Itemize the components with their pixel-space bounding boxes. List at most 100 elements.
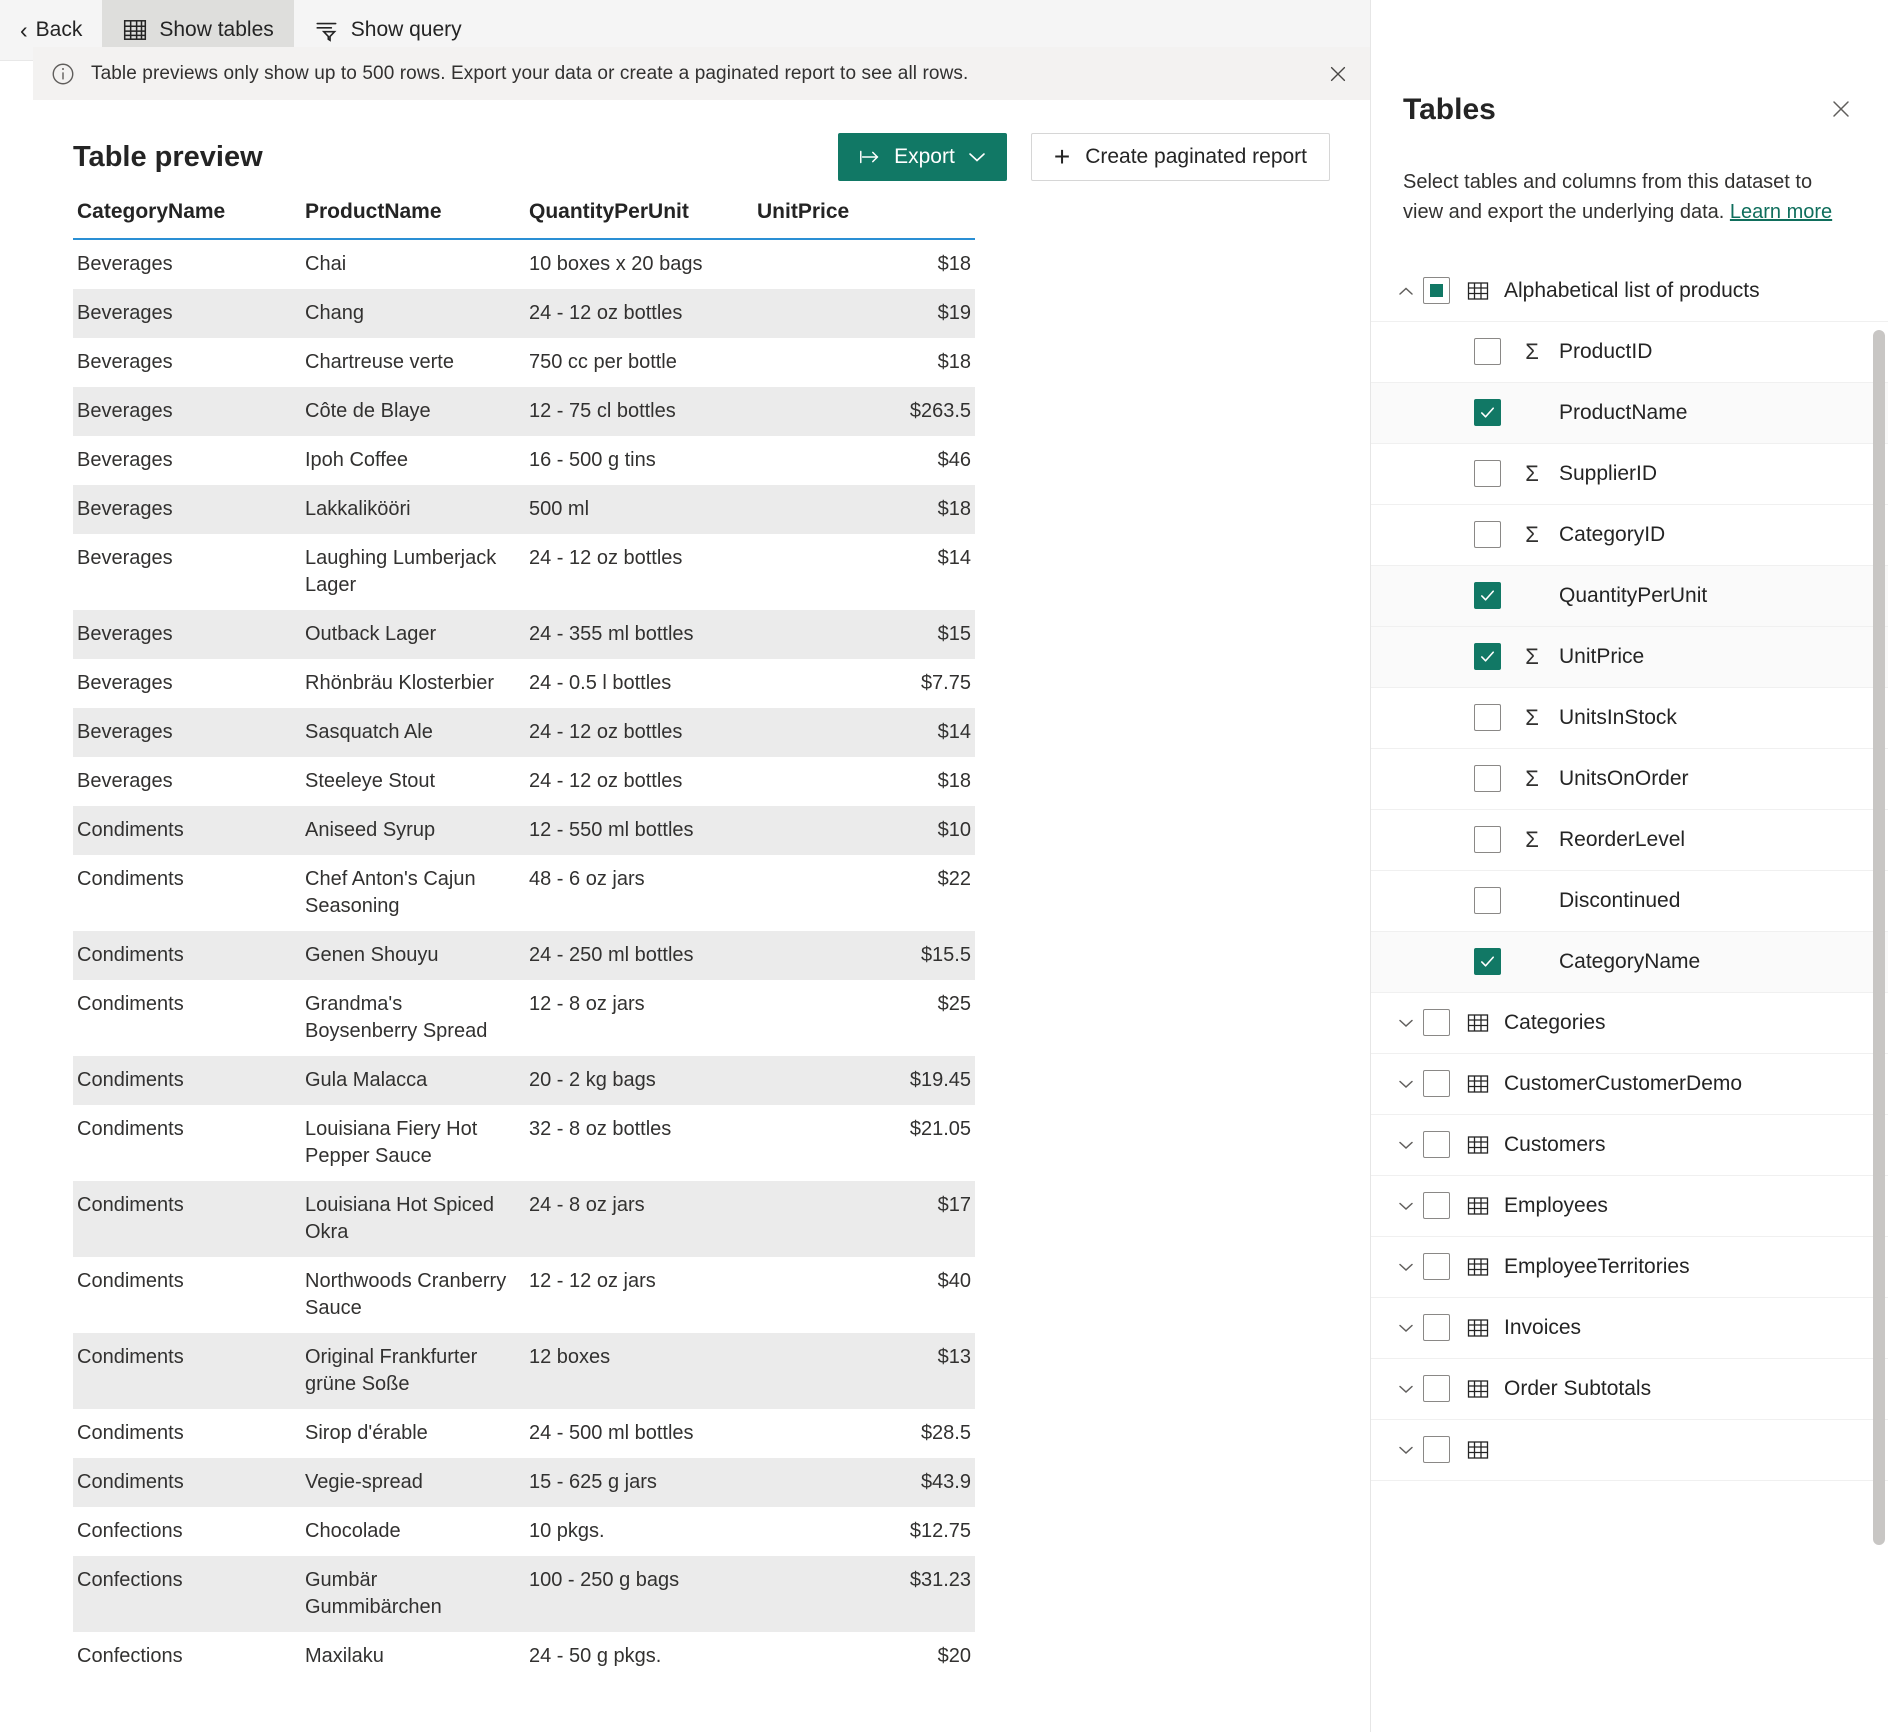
tree-checkbox[interactable] <box>1423 1375 1450 1403</box>
tree-table-row[interactable]: EmployeeTerritories <box>1371 1237 1888 1298</box>
tree-table-row[interactable]: CustomerCustomerDemo <box>1371 1054 1888 1115</box>
tree-item-label: ProductID <box>1559 339 1653 363</box>
panel-scrollbar[interactable] <box>1873 330 1885 1545</box>
tree-checkbox[interactable] <box>1474 338 1501 366</box>
tree-column-row[interactable]: Σ ReorderLevel <box>1371 810 1888 871</box>
table-row[interactable]: Condiments Louisiana Hot Spiced Okra 24 - … <box>73 1181 975 1257</box>
chevron-down-icon[interactable] <box>1389 1138 1423 1152</box>
tree-column-row[interactable]: Σ SupplierID <box>1371 444 1888 505</box>
tree-checkbox[interactable] <box>1474 948 1501 976</box>
tree-table-row[interactable]: Employees <box>1371 1176 1888 1237</box>
tree-checkbox[interactable] <box>1423 1009 1450 1037</box>
table-row[interactable]: Beverages Chang 24 - 12 oz bottles $19 <box>73 289 975 338</box>
table-row[interactable]: Condiments Vegie-spread 15 - 625 g jars $43… <box>73 1458 975 1507</box>
tree-column-row[interactable]: Σ CategoryID <box>1371 505 1888 566</box>
column-header-categoryname[interactable]: CategoryName <box>73 190 301 240</box>
table-row[interactable]: Beverages Rhönbräu Klosterbier 24 - 0.5 l … <box>73 659 975 708</box>
table-row[interactable]: Beverages Lakkalikööri 500 ml $18 <box>73 485 975 534</box>
tree-checkbox[interactable] <box>1474 582 1501 610</box>
table-row[interactable]: Beverages Sasquatch Ale 24 - 12 oz bottles… <box>73 708 975 757</box>
table-row[interactable]: Beverages Outback Lager 24 - 355 ml bottle… <box>73 610 975 659</box>
tree-table-row[interactable] <box>1371 1420 1888 1481</box>
tree-table-row[interactable]: Alphabetical list of products <box>1371 261 1888 322</box>
export-button[interactable]: Export <box>838 133 1007 181</box>
chevron-down-icon[interactable] <box>1389 1077 1423 1091</box>
table-row[interactable]: Condiments Grandma's Boysenberry Spread 12… <box>73 980 975 1056</box>
tree-table-row[interactable]: Order Subtotals <box>1371 1359 1888 1420</box>
create-paginated-report-button[interactable]: + Create paginated report <box>1030 133 1330 181</box>
panel-scrollbar-thumb[interactable] <box>1873 330 1885 1545</box>
table-cell: Rhönbräu Klosterbier <box>305 672 494 694</box>
tree-checkbox[interactable] <box>1423 277 1450 305</box>
chevron-down-icon[interactable] <box>1389 1382 1423 1396</box>
tree-checkbox[interactable] <box>1474 887 1501 915</box>
tree-column-row[interactable]: CategoryName <box>1371 931 1888 993</box>
partial-square <box>1430 284 1443 298</box>
column-header-productname[interactable]: ProductName <box>301 190 525 240</box>
table-row[interactable]: Condiments Aniseed Syrup 12 - 550 ml bottl… <box>73 806 975 855</box>
table-cell: Outback Lager <box>305 623 437 645</box>
table-cell: 12 - 12 oz jars <box>529 1270 656 1292</box>
table-cell: 750 cc per bottle <box>529 351 677 373</box>
tree-column-row[interactable]: Σ UnitPrice <box>1371 626 1888 688</box>
table-cell: Condiments <box>77 819 184 841</box>
learn-more-link[interactable]: Learn more <box>1730 198 1832 226</box>
table-row[interactable]: Confections Chocolade 10 pkgs. $12.75 <box>73 1507 975 1556</box>
table-row[interactable]: Beverages Laughing Lumberjack Lager 24 - 1… <box>73 534 975 610</box>
tree-checkbox[interactable] <box>1474 643 1501 671</box>
chevron-down-icon[interactable] <box>1389 1016 1423 1030</box>
tree-column-row[interactable]: ProductName <box>1371 382 1888 444</box>
table-row[interactable]: Condiments Original Frankfurter grüne Soß… <box>73 1333 975 1409</box>
tree-column-row[interactable]: Discontinued <box>1371 871 1888 932</box>
chevron-down-icon[interactable] <box>1389 1443 1423 1457</box>
table-row[interactable]: Beverages Chartreuse verte 750 cc per bott… <box>73 338 975 387</box>
tree-checkbox[interactable] <box>1423 1436 1450 1464</box>
tree-checkbox[interactable] <box>1423 1314 1450 1342</box>
table-row[interactable]: Beverages Steeleye Stout 24 - 12 oz bottle… <box>73 757 975 806</box>
table-row[interactable]: Confections Gumbär Gummibärchen 100 - 250 … <box>73 1556 975 1632</box>
table-cell: Condiments <box>77 993 184 1015</box>
tree-checkbox[interactable] <box>1474 765 1501 793</box>
table-cell: Confections <box>77 1569 183 1591</box>
tree-checkbox[interactable] <box>1474 460 1501 488</box>
chevron-down-icon[interactable] <box>1389 1199 1423 1213</box>
chevron-up-icon[interactable] <box>1389 284 1423 298</box>
tree-table-row[interactable]: Categories <box>1371 993 1888 1054</box>
table-row[interactable]: Condiments Louisiana Fiery Hot Pepper Sau… <box>73 1105 975 1181</box>
table-grid-icon <box>1466 1194 1490 1218</box>
tree-column-row[interactable]: Σ ProductID <box>1371 322 1888 383</box>
column-header-unitprice[interactable]: UnitPrice <box>753 190 975 240</box>
chevron-down-icon[interactable] <box>1389 1260 1423 1274</box>
table-cell: $10 <box>937 819 971 841</box>
table-row[interactable]: Beverages Chai 10 boxes x 20 bags $18 <box>73 239 975 289</box>
tree-column-row[interactable]: QuantityPerUnit <box>1371 565 1888 627</box>
tree-checkbox[interactable] <box>1423 1070 1450 1098</box>
chevron-down-icon[interactable] <box>1389 1321 1423 1335</box>
tree-item-label: Customers <box>1504 1132 1606 1156</box>
close-icon[interactable] <box>1318 54 1358 94</box>
tree-checkbox[interactable] <box>1423 1192 1450 1220</box>
table-row[interactable]: Beverages Ipoh Coffee 16 - 500 g tins $46 <box>73 436 975 485</box>
tree-table-row[interactable]: Customers <box>1371 1115 1888 1176</box>
table-row[interactable]: Confections Maxilaku 24 - 50 g pkgs. $20 <box>73 1632 975 1680</box>
panel-close-icon[interactable] <box>1824 92 1858 126</box>
tree-checkbox[interactable] <box>1474 521 1501 549</box>
tree-column-row[interactable]: Σ UnitsOnOrder <box>1371 749 1888 810</box>
table-row[interactable]: Condiments Northwoods Cranberry Sauce 12 -… <box>73 1257 975 1333</box>
tree-checkbox[interactable] <box>1423 1253 1450 1281</box>
table-cell: $14 <box>937 547 971 569</box>
table-row[interactable]: Condiments Chef Anton's Cajun Seasoning 48… <box>73 855 975 931</box>
tree-checkbox[interactable] <box>1474 704 1501 732</box>
export-button-label: Export <box>894 145 955 168</box>
table-row[interactable]: Condiments Sirop d'érable 24 - 500 ml bott… <box>73 1409 975 1458</box>
tree-column-row[interactable]: Σ UnitsInStock <box>1371 688 1888 749</box>
table-grid-icon <box>1466 1438 1490 1462</box>
table-row[interactable]: Beverages Côte de Blaye 12 - 75 cl bottles… <box>73 387 975 436</box>
tree-checkbox[interactable] <box>1423 1131 1450 1159</box>
tree-checkbox[interactable] <box>1474 826 1501 854</box>
table-row[interactable]: Condiments Genen Shouyu 24 - 250 ml bottle… <box>73 931 975 980</box>
tree-table-row[interactable]: Invoices <box>1371 1298 1888 1359</box>
column-header-quantityperunit[interactable]: QuantityPerUnit <box>525 190 753 240</box>
table-row[interactable]: Condiments Gula Malacca 20 - 2 kg bags $19.… <box>73 1056 975 1105</box>
tree-checkbox[interactable] <box>1474 399 1501 427</box>
